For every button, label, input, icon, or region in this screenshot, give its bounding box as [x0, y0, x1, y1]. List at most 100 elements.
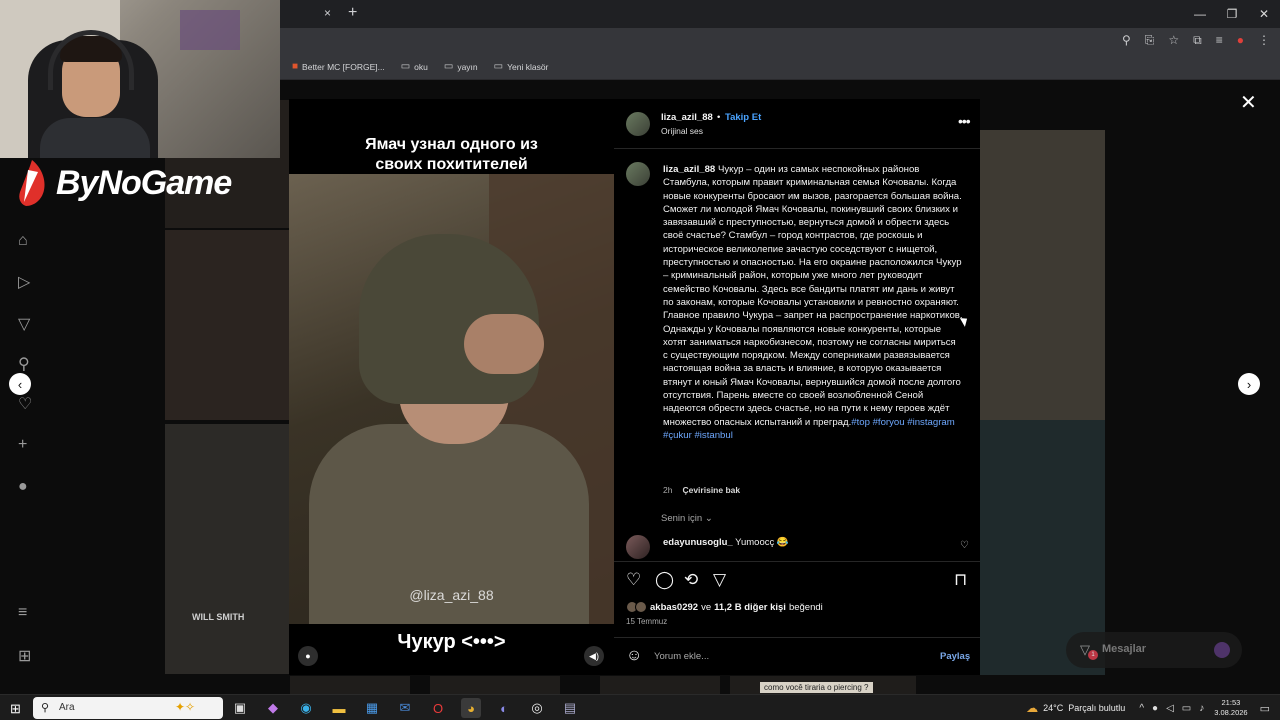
- messages-button[interactable]: ▽ 1 Mesajlar: [1066, 632, 1242, 668]
- taskbar-search[interactable]: ⚲ Ara ✦✧: [33, 697, 223, 719]
- reel-video[interactable]: Ямач узнал одного из своих похитителей @…: [289, 99, 614, 675]
- next-post-icon[interactable]: ›: [1238, 373, 1260, 395]
- task-view-icon[interactable]: ▣: [230, 698, 250, 718]
- extensions-icon[interactable]: ⧉: [1193, 33, 1202, 48]
- window-controls: — ❐ ✕: [1184, 0, 1280, 28]
- messages-badge: 1: [1088, 650, 1098, 660]
- description-meta: 2h Çevirisine bak: [663, 485, 740, 495]
- previous-post-icon[interactable]: ‹: [9, 373, 31, 395]
- discord-icon[interactable]: ◐: [494, 698, 514, 718]
- chrome-icon[interactable]: ◕: [461, 698, 481, 718]
- repost-icon[interactable]: ⟲: [684, 570, 698, 590]
- profile-icon[interactable]: ●: [1237, 33, 1244, 48]
- bookmark-yeni-klasor[interactable]: ▭ Yeni klasör: [494, 61, 549, 72]
- app-icon[interactable]: ▤: [560, 698, 580, 718]
- comment-icon[interactable]: ◯: [655, 570, 674, 590]
- tagged-user-icon[interactable]: ●: [298, 646, 318, 666]
- install-icon[interactable]: ⎘: [1145, 33, 1155, 48]
- volume-icon[interactable]: ♪: [1199, 703, 1204, 714]
- save-icon[interactable]: ⊓: [954, 570, 967, 590]
- comment-input[interactable]: [654, 651, 914, 662]
- post-time: 2h: [663, 485, 673, 495]
- liker-username[interactable]: akbas0292: [650, 602, 698, 613]
- restore-icon[interactable]: ❐: [1216, 0, 1248, 28]
- reading-list-icon[interactable]: ≡: [1216, 33, 1223, 48]
- tile-caption: como você tiraria o piercing ?: [760, 682, 873, 693]
- weather-temp: 24°C: [1043, 703, 1064, 713]
- minimize-icon[interactable]: —: [1184, 0, 1216, 28]
- audio-link[interactable]: Orijinal ses: [661, 126, 703, 136]
- microphone-icon[interactable]: ●: [1152, 703, 1158, 714]
- apps-icon[interactable]: ⊞: [18, 646, 31, 666]
- follow-button[interactable]: Takip Et: [725, 112, 761, 123]
- explore-icon[interactable]: ▽: [18, 314, 30, 334]
- opera-icon[interactable]: O: [428, 698, 448, 718]
- weather-text: Parçalı bulutlu: [1068, 703, 1126, 713]
- mail-icon[interactable]: ✉: [395, 698, 415, 718]
- close-window-icon[interactable]: ✕: [1248, 0, 1280, 28]
- grid-tile: [290, 676, 410, 694]
- store-icon[interactable]: ▦: [362, 698, 382, 718]
- taskbar-apps: ▣ ◆ ◉ ▬ ▦ ✉ O ◕ ◐ ◎ ▤: [230, 698, 580, 718]
- file-explorer-icon[interactable]: ▬: [329, 698, 349, 718]
- windows-start-icon[interactable]: ⊞: [10, 701, 21, 717]
- commenter-username[interactable]: edayunusoglu_: [663, 537, 733, 548]
- screen: × + — ❐ ✕ ⚲ ⎘ ☆ ⧉ ≡ ● ⋮ ■ Better MC [FOR…: [0, 0, 1280, 720]
- taskbar-clock[interactable]: 21:53 3.08.2026: [1214, 698, 1247, 718]
- post-comment-button[interactable]: Paylaş: [940, 651, 970, 662]
- bookmark-star-icon[interactable]: ☆: [1168, 33, 1179, 48]
- bookmark-better-mc[interactable]: ■ Better MC [FORGE]...: [292, 61, 385, 72]
- messages-avatar: [1214, 642, 1230, 658]
- grid-tile: [165, 424, 290, 674]
- notifications-icon[interactable]: ♡: [18, 394, 32, 414]
- network-icon[interactable]: ▭: [1182, 703, 1191, 714]
- likes-connector: ve: [701, 601, 712, 613]
- bookmark-yayin[interactable]: ▭ yayın: [444, 61, 478, 72]
- mute-icon[interactable]: ◀): [584, 646, 604, 666]
- like-icon[interactable]: ♡: [626, 570, 641, 590]
- description-avatar[interactable]: [626, 162, 650, 186]
- commenter-avatar[interactable]: [626, 535, 650, 559]
- obs-icon[interactable]: ◎: [527, 698, 547, 718]
- author-avatar[interactable]: [626, 112, 650, 136]
- likes-count[interactable]: 11,2 B diğer kişi: [714, 602, 786, 613]
- zoom-icon[interactable]: ⚲: [1122, 33, 1131, 48]
- profile-avatar-icon[interactable]: ●: [18, 478, 28, 496]
- sound-icon[interactable]: ◁: [1166, 703, 1174, 714]
- copilot-icon[interactable]: ◆: [263, 698, 283, 718]
- windows-taskbar: ⊞ ⚲ Ara ✦✧ ▣ ◆ ◉ ▬ ▦ ✉ O ◕ ◐ ◎ ▤ ☁ 24°C …: [0, 694, 1280, 720]
- comment-sort-dropdown[interactable]: Senin için ⌄: [661, 513, 713, 524]
- liker-avatar: [635, 601, 647, 613]
- share-icon[interactable]: ▽: [713, 570, 726, 590]
- more-options-icon[interactable]: •••: [958, 113, 971, 129]
- video-watermark: @liza_azi_88: [409, 587, 494, 603]
- tab-close-icon[interactable]: ×: [324, 6, 331, 20]
- description-username[interactable]: liza_azil_88: [663, 164, 715, 175]
- video-caption-top: Ямач узнал одного из своих похитителей: [365, 136, 538, 173]
- video-frame: [289, 174, 614, 624]
- new-tab-icon[interactable]: +: [348, 4, 357, 22]
- comment-text: Yumoocç 😂: [735, 537, 789, 548]
- browser-menu-icon[interactable]: ⋮: [1258, 33, 1270, 48]
- bookmark-oku[interactable]: ▭ oku: [401, 61, 428, 72]
- emoji-icon[interactable]: ☺: [626, 647, 642, 665]
- comment-like-icon[interactable]: ♡: [960, 540, 969, 551]
- create-icon[interactable]: +: [18, 436, 27, 454]
- home-icon[interactable]: ⌂: [18, 232, 28, 250]
- search-icon: ⚲: [41, 702, 50, 714]
- search-icon[interactable]: ⚲: [18, 354, 30, 374]
- edge-icon[interactable]: ◉: [296, 698, 316, 718]
- instagram-sidebar: ⌂ ▷ ▽ ⚲ ♡ + ● ≡ ⊞: [0, 200, 52, 680]
- tray-icons: ^ ● ◁ ▭ ♪: [1139, 703, 1204, 714]
- notifications-icon[interactable]: ▭: [1260, 702, 1270, 715]
- menu-icon[interactable]: ≡: [18, 604, 27, 622]
- weather-widget[interactable]: ☁ 24°C Parçalı bulutlu: [1026, 701, 1125, 715]
- reels-icon[interactable]: ▷: [18, 272, 30, 292]
- close-modal-icon[interactable]: ✕: [1240, 90, 1257, 115]
- video-caption-bottom: Чукур <•••>: [397, 631, 506, 653]
- brand-name: ByNoGame: [56, 163, 232, 202]
- translate-link[interactable]: Çevirisine bak: [682, 485, 740, 495]
- author-username[interactable]: liza_azil_88: [661, 112, 713, 123]
- bynogame-logo-icon: [19, 160, 45, 206]
- chevron-up-icon[interactable]: ^: [1139, 703, 1144, 714]
